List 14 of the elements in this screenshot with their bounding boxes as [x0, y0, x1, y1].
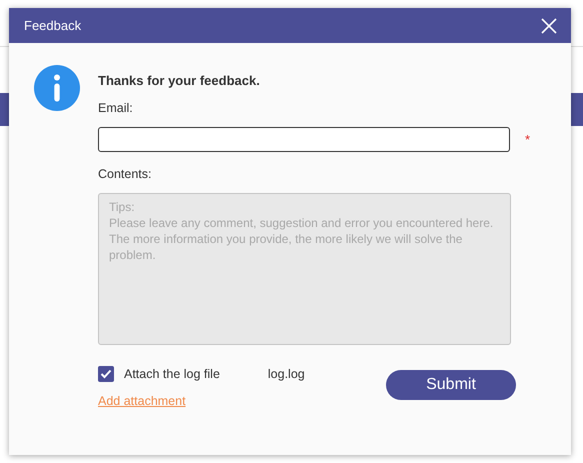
required-mark: *	[524, 132, 530, 147]
attach-checkbox[interactable]	[98, 366, 114, 382]
log-file-name: log.log	[268, 367, 305, 381]
email-field[interactable]	[98, 127, 510, 152]
close-button[interactable]	[541, 18, 557, 34]
contents-field[interactable]: Tips: Please leave any comment, suggestion and error you encountered here. The more information you provide, the more likely we will solve the problem.	[98, 193, 511, 345]
info-icon	[34, 65, 80, 111]
email-label: Email:	[98, 101, 134, 115]
attach-log-label: Attach the log file	[124, 367, 220, 381]
contents-label: Contents:	[98, 167, 153, 181]
heading: Thanks for your feedback.	[98, 73, 261, 88]
close-icon	[541, 18, 557, 34]
submit-button[interactable]: Submit	[386, 370, 516, 400]
window-title: Feedback	[24, 18, 82, 33]
